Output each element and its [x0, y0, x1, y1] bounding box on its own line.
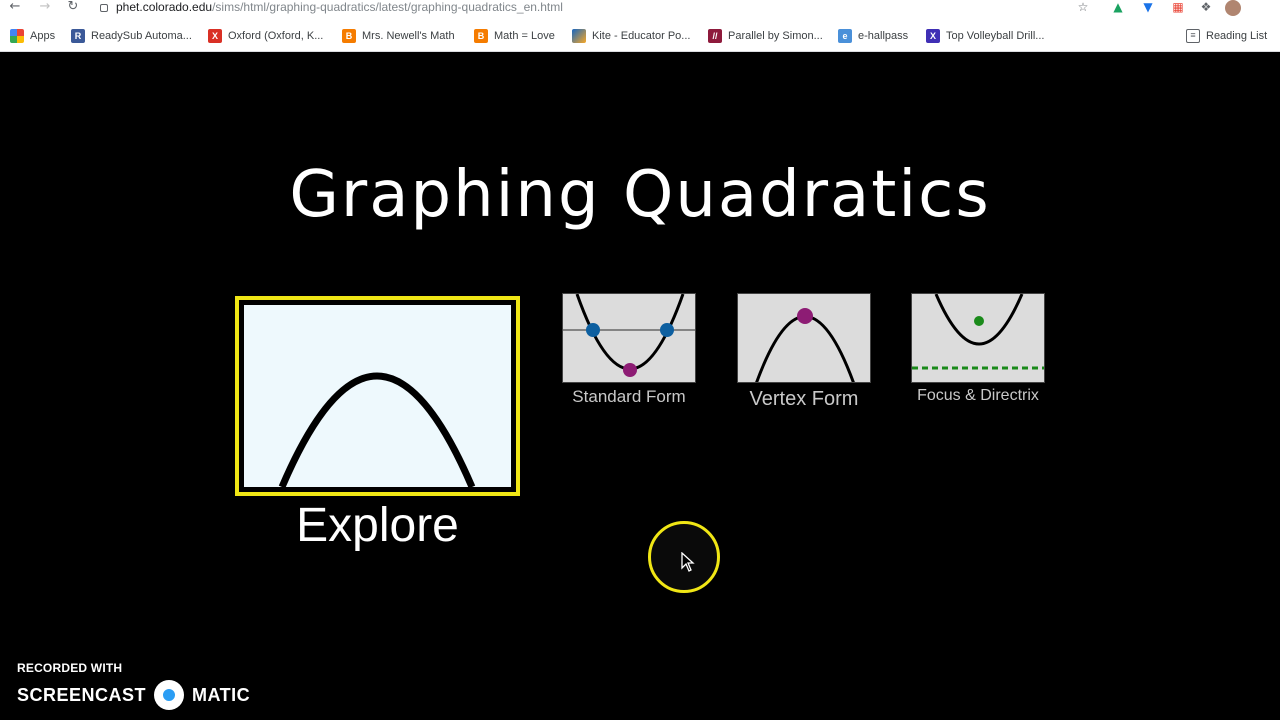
bookmark-readysub[interactable]: R ReadySub Automa... [71, 27, 192, 45]
focus-directrix-screen-button[interactable]: Focus & Directrix [911, 293, 1045, 413]
apps-grid-icon [10, 29, 24, 43]
explore-thumbnail [235, 296, 520, 496]
bookmark-parallel[interactable]: // Parallel by Simon... [708, 27, 823, 45]
vertex-form-screen-button[interactable]: Vertex Form [737, 293, 871, 413]
bookmark-label: Kite - Educator Po... [592, 30, 691, 42]
star-bookmark-icon[interactable]: ☆ [1075, 0, 1091, 16]
reading-list-label: Reading List [1206, 30, 1268, 42]
parabola-vertex-icon [738, 294, 870, 382]
screencast-brand: SCREENCAST MATIC [17, 680, 250, 710]
bookmark-oxford[interactable]: X Oxford (Oxford, K... [208, 27, 323, 45]
reload-icon[interactable]: ↻ [64, 0, 82, 16]
bookmarks-bar: Apps R ReadySub Automa... X Oxford (Oxfo… [0, 18, 1280, 52]
bookmark-label: ReadySub Automa... [91, 30, 192, 42]
bookmark-label: e-hallpass [858, 30, 909, 42]
bookmark-apps[interactable]: Apps [10, 27, 55, 45]
bookmark-label: Math = Love [494, 30, 555, 42]
bookmark-mrs-newell[interactable]: B Mrs. Newell's Math [342, 27, 455, 45]
recorded-with-text: RECORDED WITH [17, 661, 123, 675]
parabola-down-icon [244, 305, 511, 487]
standard-form-thumbnail [562, 293, 696, 383]
focus-directrix-label: Focus & Directrix [917, 387, 1039, 404]
vertex-form-label: Vertex Form [749, 388, 859, 410]
oxford-icon: X [208, 29, 222, 43]
x-icon: X [926, 29, 940, 43]
url-path: /sims/html/graphing-quadratics/latest/gr… [212, 0, 563, 14]
bookmark-label: Oxford (Oxford, K... [228, 30, 324, 42]
readysub-icon: R [71, 29, 85, 43]
address-bar: ← → ↻ phet.colorado.edu/sims/html/graphi… [0, 0, 1280, 18]
screencast-watermark: RECORDED WITH SCREENCAST MATIC [17, 661, 250, 710]
ehallpass-icon: e [838, 29, 852, 43]
bookmark-kite[interactable]: Kite - Educator Po... [572, 27, 690, 45]
bookmark-volleyball[interactable]: X Top Volleyball Drill... [926, 27, 1044, 45]
forward-arrow-icon[interactable]: → [36, 0, 54, 16]
puzzle-extensions-icon[interactable]: ❖ [1198, 0, 1214, 16]
screencast-logo-icon [154, 680, 185, 710]
explore-label: Explore [296, 499, 459, 552]
blogger-icon: B [474, 29, 488, 43]
vertex-form-thumbnail [737, 293, 871, 383]
profile-avatar[interactable] [1225, 0, 1241, 16]
reading-list-icon: ≡ [1186, 29, 1200, 43]
bookmark-ehallpass[interactable]: e e-hallpass [838, 27, 908, 45]
kite-icon [572, 29, 586, 43]
bookmark-math-love[interactable]: B Math = Love [474, 27, 555, 45]
explore-screen-button[interactable]: Explore [235, 296, 520, 556]
standard-form-screen-button[interactable]: Standard Form [562, 293, 696, 413]
bookmark-label: Mrs. Newell's Math [362, 30, 455, 42]
extension-badge-icon[interactable]: ▦ [1170, 0, 1186, 16]
lock-icon [100, 3, 108, 12]
brand-right-text: MATIC [192, 684, 251, 705]
url-host: phet.colorado.edu [116, 0, 213, 14]
standard-form-label: Standard Form [572, 387, 686, 406]
parabola-focus-icon [912, 294, 1044, 382]
parallel-icon: // [708, 29, 722, 43]
back-arrow-icon[interactable]: ← [6, 0, 24, 16]
drive-icon[interactable]: ▲ [1110, 0, 1126, 16]
v-extension-icon[interactable]: ▼ [1140, 0, 1156, 16]
brand-left-text: SCREENCAST [17, 684, 147, 705]
bookmark-label: Parallel by Simon... [728, 30, 823, 42]
reading-list-button[interactable]: ≡ Reading List [1186, 27, 1267, 45]
url-field[interactable]: phet.colorado.edu/sims/html/graphing-qua… [100, 0, 563, 16]
sim-title: Graphing Quadratics [289, 158, 991, 232]
bookmark-label: Top Volleyball Drill... [946, 30, 1045, 42]
blogger-icon: B [342, 29, 356, 43]
parabola-roots-icon [563, 294, 695, 382]
focus-directrix-thumbnail [911, 293, 1045, 383]
bookmark-label: Apps [30, 30, 56, 42]
mouse-cursor-icon [681, 552, 695, 572]
